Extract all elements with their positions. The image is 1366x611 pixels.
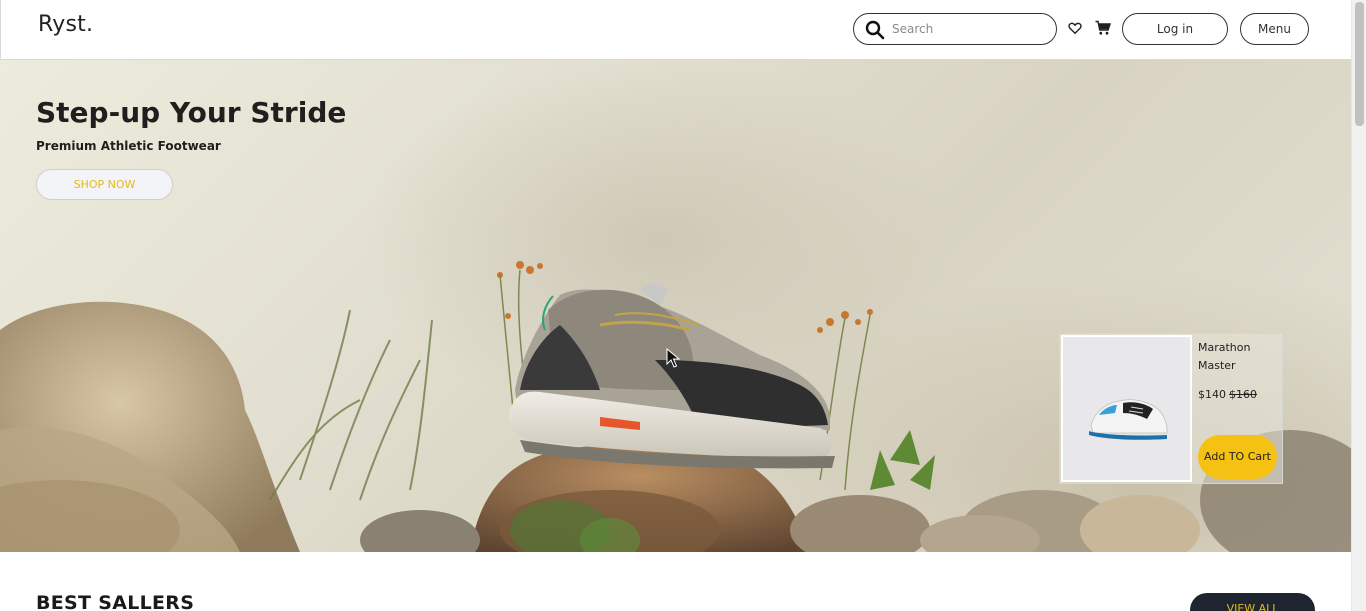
login-button[interactable]: Log in bbox=[1122, 13, 1228, 45]
hero-banner: Step-up Your Stride Premium Athletic Foo… bbox=[0, 60, 1351, 552]
heart-icon[interactable] bbox=[1068, 21, 1082, 35]
hero-title: Step-up Your Stride bbox=[36, 96, 347, 129]
product-sneaker-image bbox=[1063, 337, 1190, 480]
cart-icon[interactable] bbox=[1095, 20, 1111, 36]
product-name[interactable]: Marathon Master bbox=[1198, 339, 1278, 375]
product-image[interactable] bbox=[1061, 335, 1192, 482]
product-card[interactable]: Marathon Master $140 $160 Add TO Cart bbox=[1059, 333, 1283, 484]
page-scrollbar[interactable] bbox=[1351, 0, 1366, 611]
old-price: $160 bbox=[1229, 388, 1257, 401]
add-to-cart-button[interactable]: Add TO Cart bbox=[1198, 435, 1277, 479]
sneaker-illustration bbox=[508, 284, 835, 469]
best-sellers-heading: BEST SALLERS bbox=[36, 592, 195, 611]
search-icon[interactable] bbox=[865, 20, 885, 40]
logo[interactable]: Ryst. bbox=[38, 12, 93, 37]
shop-now-button[interactable]: SHOP NOW bbox=[36, 169, 173, 200]
mouse-cursor-icon bbox=[666, 348, 680, 368]
page: Ryst. Log in Menu bbox=[0, 0, 1366, 611]
product-price: $140 $160 bbox=[1198, 388, 1257, 401]
site-header: Ryst. Log in Menu bbox=[0, 0, 1351, 60]
scrollbar-thumb[interactable] bbox=[1355, 2, 1364, 126]
search-input[interactable] bbox=[892, 19, 1047, 39]
menu-button[interactable]: Menu bbox=[1240, 13, 1309, 45]
search-bar[interactable] bbox=[853, 13, 1057, 45]
hero-subtitle: Premium Athletic Footwear bbox=[36, 139, 221, 153]
current-price: $140 bbox=[1198, 388, 1226, 401]
view-all-button[interactable]: VIEW ALL bbox=[1190, 593, 1315, 611]
